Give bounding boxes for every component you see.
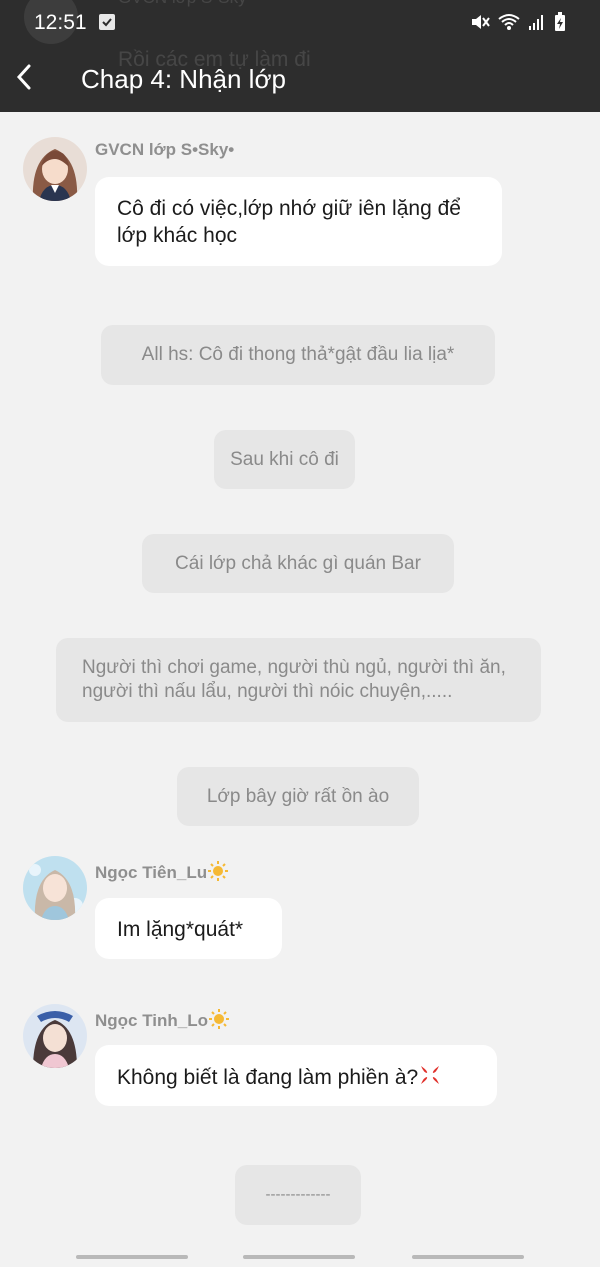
status-bar: 12:51 [0,0,600,46]
sender-name: Ngọc Tinh_Lo [95,1008,230,1035]
sender-name: GVCN lớp S•Sky• [95,140,235,159]
navigation-bar [0,1245,600,1267]
sender-name-text: Ngọc Tinh_Lo [95,1010,209,1030]
back-button[interactable] [12,62,38,92]
sun-icon [207,860,229,887]
message-bubble[interactable]: Cô đi có việc,lớp nhớ giữ iên lặng để lớ… [95,177,502,266]
message-bubble[interactable]: Không biết là đang làm phiền à? [95,1045,497,1106]
chapter-title: Chap 4: Nhận lớp [81,64,286,94]
nav-home-button[interactable] [243,1255,355,1259]
anger-icon [418,1063,442,1094]
avatar-teacher[interactable] [23,137,87,201]
narration-bubble[interactable]: Lớp bây giờ rất ồn ào [177,767,419,826]
narration-bubble[interactable]: All hs: Cô đi thong thả*gật đầu lia lịa* [101,325,495,385]
status-icons [470,12,566,37]
message-bubble[interactable]: Im lặng*quát* [95,898,282,959]
app-top-bar: GVCN lớp S•Sky• Rồi các em tự làm đi 12:… [0,0,600,112]
mute-icon [470,12,490,37]
checkbox-notification-icon [99,14,115,30]
nav-recents-button[interactable] [76,1255,188,1259]
signal-icon [528,13,546,36]
battery-charging-icon [554,12,566,37]
nav-back-button[interactable] [412,1255,524,1259]
sender-name-text: Ngọc Tiên_Lu [95,862,208,882]
sender-name: Ngọc Tiên_Lu [95,860,229,887]
narration-bubble[interactable]: Người thì chơi game, người thù ngủ, ngườ… [56,638,541,722]
status-time: 12:51 [34,11,87,34]
narration-bubble[interactable]: Sau khi cô đi [214,430,355,489]
chat-header: Chap 4: Nhận lớp [0,56,600,106]
narration-bubble[interactable]: ------------- [235,1165,361,1225]
avatar-ngoc-tien[interactable] [23,856,87,920]
avatar-ngoc-tinh[interactable] [23,1004,87,1068]
wifi-icon [498,13,520,36]
message-text: Không biết là đang làm phiền à? [117,1066,419,1090]
chevron-left-icon [16,64,31,90]
narration-bubble[interactable]: Cái lớp chả khác gì quán Bar [142,534,454,593]
sun-icon [208,1008,230,1035]
